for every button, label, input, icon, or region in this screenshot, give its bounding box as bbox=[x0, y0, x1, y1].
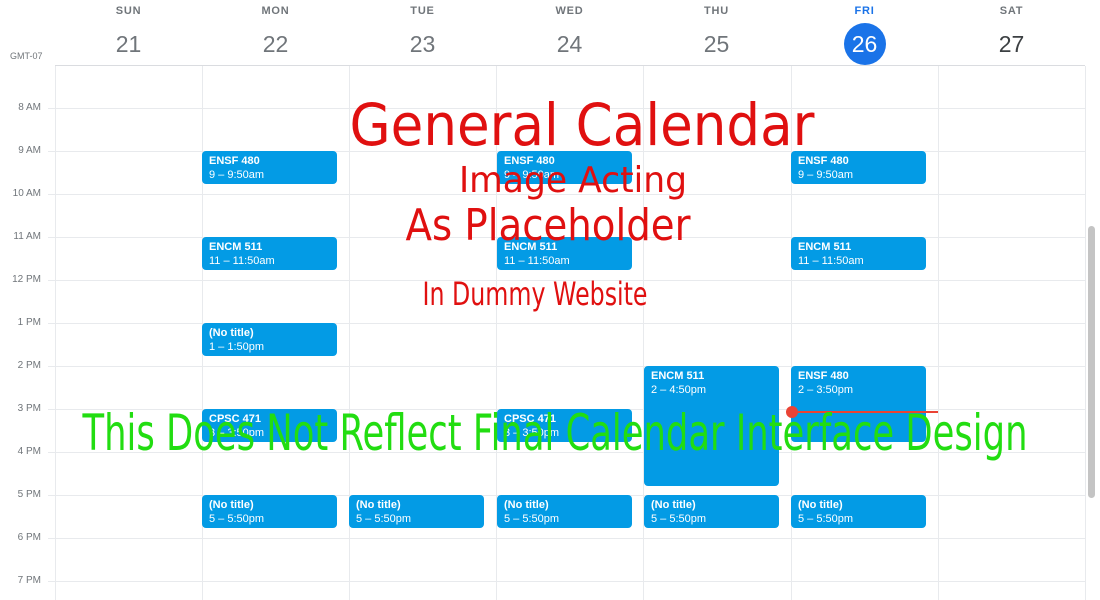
day-number[interactable]: 23 bbox=[402, 23, 444, 65]
day-number[interactable]: 21 bbox=[108, 23, 150, 65]
hour-rule bbox=[48, 280, 1086, 281]
event-time: 2 – 3:50pm bbox=[798, 384, 854, 396]
time-grid[interactable]: 8 AM 9 AM 10 AM 11 AM 12 PM 1 PM 2 PM 3 … bbox=[0, 66, 1100, 600]
day-header-mon[interactable]: MON 22 bbox=[202, 0, 349, 66]
event-no-title[interactable]: (No title) 5 – 5:50pm bbox=[497, 495, 632, 528]
event-time: 11 – 11:50am bbox=[504, 255, 570, 267]
event-title: (No title) bbox=[798, 499, 843, 511]
event-time: 5 – 5:50pm bbox=[209, 513, 265, 525]
event-time: 9 – 9:50am bbox=[209, 169, 265, 181]
event-time: 3 – 3:50pm bbox=[209, 427, 265, 439]
vertical-scrollbar[interactable] bbox=[1088, 226, 1095, 498]
day-number[interactable]: 27 bbox=[991, 23, 1033, 65]
hour-label: 3 PM bbox=[17, 403, 41, 414]
event-time: 5 – 5:50pm bbox=[651, 513, 707, 525]
event-title: ENCM 511 bbox=[651, 370, 705, 382]
event-time: 5 – 5:50pm bbox=[798, 513, 854, 525]
event-time: 11 – 11:50am bbox=[209, 255, 275, 267]
day-number[interactable]: 22 bbox=[255, 23, 297, 65]
event-ensf-480[interactable]: ENSF 480 9 – 9:50am bbox=[202, 151, 337, 184]
day-number-today[interactable]: 26 bbox=[843, 23, 886, 65]
day-name: FRI bbox=[854, 5, 875, 17]
day-name: SAT bbox=[999, 5, 1024, 17]
day-number[interactable]: 24 bbox=[549, 23, 591, 65]
event-cpsc-471[interactable]: CPSC 471 3 – 3:50pm bbox=[202, 409, 337, 442]
hour-rule bbox=[48, 108, 1086, 109]
hour-label: 9 AM bbox=[18, 145, 41, 156]
event-title: (No title) bbox=[356, 499, 401, 511]
day-number[interactable]: 25 bbox=[696, 23, 738, 65]
event-time: 9 – 9:50am bbox=[798, 169, 854, 181]
event-title: ENSF 480 bbox=[798, 370, 849, 382]
day-name: TUE bbox=[410, 5, 435, 17]
event-encm-511[interactable]: ENCM 511 11 – 11:50am bbox=[497, 237, 632, 270]
event-no-title[interactable]: (No title) 5 – 5:50pm bbox=[791, 495, 926, 528]
hour-label: 8 AM bbox=[18, 102, 41, 113]
hour-rule bbox=[48, 581, 1086, 582]
day-header-wed[interactable]: WED 24 bbox=[496, 0, 643, 66]
hour-rule bbox=[48, 452, 1086, 453]
current-time-dot bbox=[786, 406, 798, 418]
hour-label: 7 PM bbox=[17, 575, 41, 586]
day-header-sun[interactable]: SUN 21 bbox=[55, 0, 202, 66]
day-divider bbox=[938, 66, 939, 600]
day-divider bbox=[55, 66, 56, 600]
hour-label: 11 AM bbox=[13, 231, 41, 242]
event-time: 3 – 3:50pm bbox=[504, 427, 560, 439]
event-title: ENSF 480 bbox=[209, 155, 260, 167]
event-title: ENCM 511 bbox=[798, 241, 852, 253]
day-name: THU bbox=[703, 5, 729, 17]
event-no-title[interactable]: (No title) 5 – 5:50pm bbox=[349, 495, 484, 528]
event-ensf-480[interactable]: ENSF 480 2 – 3:50pm bbox=[791, 366, 926, 442]
event-ensf-480[interactable]: ENSF 480 9 – 9:50am bbox=[791, 151, 926, 184]
event-title: CPSC 471 bbox=[209, 413, 261, 425]
hour-label: 2 PM bbox=[17, 360, 41, 371]
event-time: 5 – 5:50pm bbox=[356, 513, 412, 525]
current-time-line bbox=[791, 411, 938, 413]
event-title: CPSC 471 bbox=[504, 413, 556, 425]
day-name: MON bbox=[261, 5, 290, 17]
day-header-thu[interactable]: THU 25 bbox=[643, 0, 790, 66]
event-time: 2 – 4:50pm bbox=[651, 384, 707, 396]
event-no-title[interactable]: (No title) 1 – 1:50pm bbox=[202, 323, 337, 356]
event-encm-511[interactable]: ENCM 511 11 – 11:50am bbox=[791, 237, 926, 270]
day-name: WED bbox=[555, 5, 584, 17]
day-header-sat[interactable]: SAT 27 bbox=[938, 0, 1085, 66]
event-title: ENSF 480 bbox=[504, 155, 555, 167]
event-time: 5 – 5:50pm bbox=[504, 513, 560, 525]
hour-rule bbox=[48, 538, 1086, 539]
day-divider bbox=[1085, 66, 1086, 600]
hour-rule bbox=[48, 366, 1086, 367]
event-ensf-480[interactable]: ENSF 480 9 – 9:50am bbox=[497, 151, 632, 184]
event-title: (No title) bbox=[209, 327, 254, 339]
event-title: (No title) bbox=[504, 499, 549, 511]
hour-label: 10 AM bbox=[12, 188, 41, 199]
hour-label: 5 PM bbox=[17, 489, 41, 500]
week-header: GMT-07 SUN 21 MON 22 TUE 23 WED 24 THU 2… bbox=[0, 0, 1100, 66]
day-header-fri[interactable]: FRI 26 bbox=[791, 0, 938, 66]
hour-label: 1 PM bbox=[17, 317, 41, 328]
event-title: ENCM 511 bbox=[504, 241, 558, 253]
event-cpsc-471[interactable]: CPSC 471 3 – 3:50pm bbox=[497, 409, 632, 442]
event-time: 1 – 1:50pm bbox=[209, 341, 265, 353]
event-encm-511[interactable]: ENCM 511 11 – 11:50am bbox=[202, 237, 337, 270]
event-title: ENSF 480 bbox=[798, 155, 849, 167]
hour-rule bbox=[48, 194, 1086, 195]
timezone-label: GMT-07 bbox=[10, 51, 43, 61]
event-time: 9 – 9:50am bbox=[504, 169, 560, 181]
event-title: (No title) bbox=[209, 499, 254, 511]
event-no-title[interactable]: (No title) 5 – 5:50pm bbox=[644, 495, 779, 528]
event-title: ENCM 511 bbox=[209, 241, 263, 253]
event-no-title[interactable]: (No title) 5 – 5:50pm bbox=[202, 495, 337, 528]
day-name: SUN bbox=[115, 5, 142, 17]
event-encm-511[interactable]: ENCM 511 2 – 4:50pm bbox=[644, 366, 779, 486]
hour-label: 4 PM bbox=[17, 446, 41, 457]
event-time: 11 – 11:50am bbox=[798, 255, 864, 267]
event-title: (No title) bbox=[651, 499, 696, 511]
hour-label: 12 PM bbox=[12, 274, 41, 285]
day-header-tue[interactable]: TUE 23 bbox=[349, 0, 496, 66]
hour-label: 6 PM bbox=[17, 532, 41, 543]
